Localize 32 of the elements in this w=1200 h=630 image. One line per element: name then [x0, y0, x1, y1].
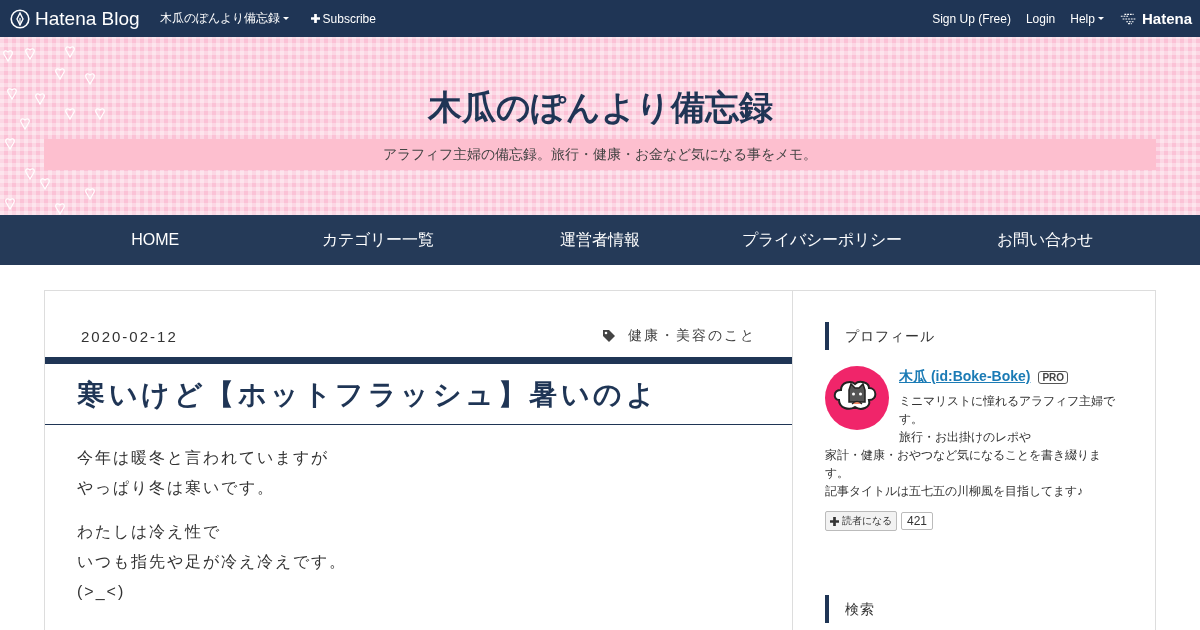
category-link[interactable]: 健康・美容のこと [602, 327, 756, 345]
nav-link[interactable]: HOME [131, 231, 180, 249]
topbar-link[interactable]: Help [1070, 11, 1104, 26]
body-paragraph: 今年は暖冬と言われていますが やっぱり冬は寒いです。 [77, 448, 330, 498]
pro-label: PRO [1038, 370, 1069, 384]
sidebar-heading: プロフィール [825, 322, 1123, 350]
subscribe-link[interactable]: Subscribe [310, 11, 376, 26]
entry-date[interactable]: 2020-02-12 [81, 327, 178, 345]
nav-link[interactable]: 運営者情報 [560, 229, 640, 251]
sidebar-heading: 検索 [825, 595, 1123, 623]
topbar-link[interactable]: Sign Up (Free) [932, 11, 1011, 26]
tag-icon [602, 329, 616, 343]
profile-description: ミニマリストに憧れるアラフィフ主婦です。 旅行・お出掛けのレポや [899, 393, 1116, 446]
caret-icon [282, 17, 289, 20]
blog-title[interactable]: 木瓜のぽんより備忘録 [427, 85, 773, 131]
hatena-logo[interactable]: Hatena [1118, 10, 1192, 27]
nav-link[interactable]: プライバシーポリシー [742, 229, 903, 251]
profile-name-link[interactable]: 木瓜 (id:Boke-Boke) [899, 368, 1031, 386]
profile-description: 家計・健康・おやつなど気になることを書き綴ります。 記事タイトルは五七五の川柳風を目指してます♪ [825, 447, 1102, 500]
subscribe-button[interactable]: 読者になる [825, 511, 897, 531]
entry-title[interactable]: 寒いけど【ホットフラッシュ】暑いのよ [45, 364, 792, 425]
body-paragraph: わたしは冷え性で いつも指先や足が冷え冷えです。 (>_<) [77, 522, 348, 602]
plus-icon [310, 14, 320, 23]
blog-menu[interactable]: 木瓜のぽんより備忘録 [159, 10, 289, 27]
hatena-blog-logo[interactable]: Hatena Blog [10, 7, 140, 30]
subscriber-count: 421 [901, 512, 934, 530]
blog-description: アラフィフ主婦の備忘録。旅行・健康・お金など気になる事をメモ。 [383, 145, 817, 164]
nav-link[interactable]: お問い合わせ [996, 229, 1093, 251]
nav-link[interactable]: カテゴリー一覧 [321, 229, 434, 251]
topbar-link[interactable]: Login [1025, 11, 1056, 26]
plus-icon [830, 516, 839, 526]
avatar-icon[interactable] [825, 366, 889, 430]
